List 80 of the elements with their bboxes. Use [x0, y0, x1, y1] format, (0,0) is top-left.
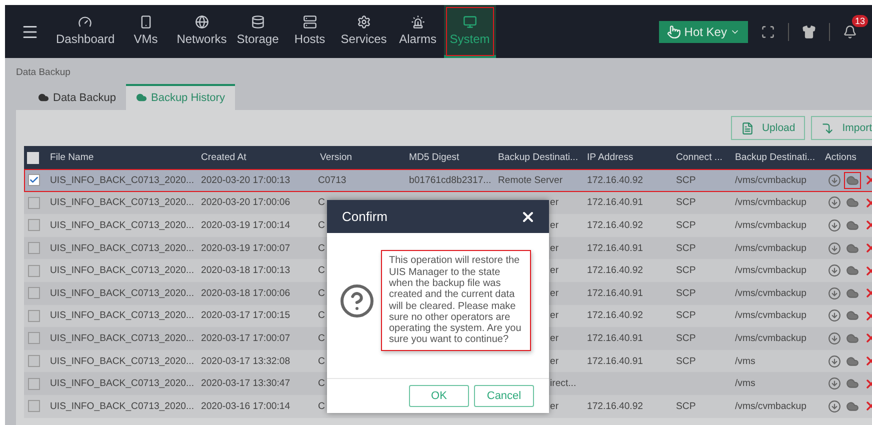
table-cell-text: 2020-03-16 17:00:14	[200, 400, 292, 414]
table-cell: C	[318, 288, 325, 299]
table-cell-text: SCP	[675, 354, 697, 369]
table-cell-text: SCP	[675, 196, 697, 210]
table-cell-text: 2020-03-17 17:00:07	[200, 332, 292, 346]
table-cell-text: UIS_INFO_BACK_C0713_2020...	[49, 196, 195, 210]
table-cell-text: 172.16.40.91	[586, 332, 644, 346]
table-cell: er	[550, 220, 559, 231]
table-cell-text: /vms/cvmbackup	[734, 264, 808, 278]
table-cell-text: 172.16.40.92	[586, 264, 644, 278]
table-cell-text: 172.16.40.92	[586, 309, 644, 324]
table-cell-text: /vms/cvmbackup	[734, 196, 808, 210]
table-cell: er	[550, 332, 559, 344]
table-cell-text: UIS_INFO_BACK_C0713_2020...	[49, 354, 195, 369]
table-cell-text: /vms/cvmbackup	[734, 309, 808, 324]
table-cell-text: /vms/cvmbackup	[734, 242, 808, 256]
table-cell-text: UIS_INFO_BACK_C0713_2020...	[49, 400, 195, 414]
table-cell-text: UIS_INFO_BACK_C0713_2020...	[49, 174, 195, 188]
table-cell-text: SCP	[675, 174, 697, 188]
table-cell-text: 172.16.40.92	[586, 174, 644, 188]
breadcrumb: Data Backup	[5, 58, 872, 84]
table-cell-text: 2020-03-18 17:00:13	[200, 264, 292, 278]
dialog-title: Confirm	[342, 209, 388, 224]
table-cell-text: 2020-03-17 13:30:47	[200, 377, 292, 392]
table-cell: er	[550, 242, 559, 254]
table-cell-text: SCP	[675, 264, 697, 278]
table-cell: C	[318, 400, 325, 412]
table-cell-text: 172.16.40.92	[586, 400, 644, 414]
table-cell-text: UIS_INFO_BACK_C0713_2020...	[49, 309, 195, 324]
table-cell: C	[318, 332, 325, 344]
table-cell-text: UIS_INFO_BACK_C0713_2020...	[49, 286, 195, 301]
notification-badge: 13	[852, 14, 868, 26]
table-cell-text: 172.16.40.91	[586, 286, 644, 301]
table-cell: er	[550, 356, 559, 367]
table-cell-text: SCP	[675, 286, 697, 301]
table-cell-text: SCP	[675, 332, 697, 346]
table-cell-text: SCP	[675, 309, 697, 324]
table-cell: er	[550, 288, 559, 299]
table-cell-text: UIS_INFO_BACK_C0713_2020...	[49, 377, 195, 392]
table-cell-text: UIS_INFO_BACK_C0713_2020...	[49, 264, 195, 278]
table-cell-text: 2020-03-19 17:00:14	[200, 218, 292, 233]
table-cell: er	[550, 310, 559, 322]
table-cell-text: /vms/cvmbackup	[734, 174, 808, 188]
table-cell-text: /vms	[734, 354, 756, 369]
table-cell: C	[318, 356, 325, 367]
table-cell: C	[318, 310, 325, 322]
table-cell-text: SCP	[675, 242, 697, 256]
table-cell: C	[318, 220, 325, 231]
table-cell: C	[318, 197, 325, 208]
table-cell: irect...	[550, 378, 576, 390]
table-cell-text: SCP	[675, 400, 697, 414]
table-cell-text: /vms/cvmbackup	[734, 286, 808, 301]
table-cell: C	[318, 378, 325, 390]
table-cell-text: 2020-03-17 13:32:08	[200, 354, 292, 369]
table-cell-text: 2020-03-20 17:00:13	[200, 174, 292, 188]
table-cell-text: 2020-03-20 17:00:06	[200, 196, 292, 210]
table-cell-text: 172.16.40.91	[586, 242, 644, 256]
dialog-message: This operation will restore the UIS Manager to the state when the backup file was created and the current data will be cleared. Please make sure no other operators are operating the system. Are you sure you want to continue?	[381, 250, 531, 351]
table-cell-text: 2020-03-17 17:00:15	[200, 309, 292, 324]
table-cell-text: /vms	[734, 377, 756, 392]
table-cell-text: UIS_INFO_BACK_C0713_2020...	[49, 218, 195, 233]
table-cell: er	[550, 400, 559, 412]
table-cell: er	[550, 265, 559, 276]
table-cell: er	[550, 197, 559, 208]
table-cell: C	[318, 265, 325, 276]
table-cell-text: UIS_INFO_BACK_C0713_2020...	[49, 242, 195, 256]
table-cell: Remote Server	[498, 174, 563, 186]
table-cell-text: UIS_INFO_BACK_C0713_2020...	[49, 332, 195, 346]
table-cell-text: /vms/cvmbackup	[734, 400, 808, 414]
table-cell-text: b01761cd8b2317...	[408, 174, 492, 188]
table-cell-text: 2020-03-19 17:00:07	[200, 242, 292, 256]
table-cell-text: /vms/cvmbackup	[734, 218, 808, 233]
table-cell-text: 172.16.40.91	[586, 196, 644, 210]
table-cell: C0713	[318, 174, 346, 186]
table-cell-text: 172.16.40.91	[586, 354, 644, 369]
table-cell-text: 2020-03-18 17:00:06	[200, 286, 292, 301]
table-cell-text: /vms/cvmbackup	[734, 332, 808, 346]
table-cell-text: 172.16.40.92	[586, 218, 644, 233]
table-cell: C	[318, 242, 325, 254]
table-cell-text: SCP	[675, 218, 697, 233]
